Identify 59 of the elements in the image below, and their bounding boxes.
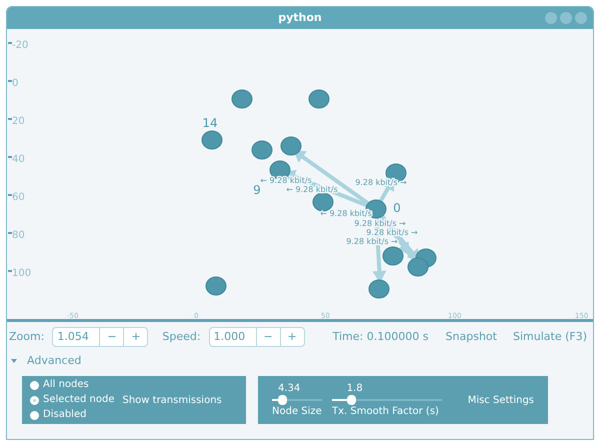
radio-option[interactable]: Selected node [30, 393, 114, 407]
radio-button[interactable] [30, 380, 39, 390]
slider-value: 1.8 [346, 383, 363, 394]
radio-option[interactable]: All nodes [30, 378, 114, 392]
y-axis-tick: 20 [8, 116, 25, 127]
node-label: 14 [202, 116, 218, 130]
zoom-increase-button[interactable]: + [123, 328, 148, 346]
node[interactable] [312, 192, 334, 212]
slider-thumb[interactable] [346, 395, 356, 405]
speed-decrease-button[interactable]: − [256, 328, 280, 346]
transmission-rate-label: 9.28 kbit/s → [355, 178, 407, 187]
node[interactable] [368, 280, 390, 298]
speed-spin-field[interactable]: 1.000 − + [208, 327, 305, 347]
transmission-rate-label: 9.28 kbit/s → [354, 219, 406, 228]
radio-button[interactable] [30, 396, 39, 404]
time-label: Time: 0.100000 s [332, 328, 428, 345]
node[interactable] [252, 140, 272, 160]
node[interactable] [232, 90, 252, 108]
toolbar-button[interactable]: Simulate (F3) [512, 328, 587, 346]
slider-label: Tx. Smooth Factor (s) [332, 406, 439, 417]
transmission-rate-label: 9.28 kbit/s → [366, 228, 418, 237]
radio-label: All nodes [43, 378, 89, 392]
zoom-spin-field[interactable]: 1.054 − + [52, 327, 148, 347]
window-title: python [278, 10, 322, 26]
transmission-rate-label: 9.28 kbit/s → [346, 237, 398, 246]
node[interactable] [308, 90, 330, 108]
slider-thumb[interactable] [278, 395, 287, 405]
radio-label: Disabled [43, 408, 86, 422]
node[interactable] [280, 136, 302, 156]
toolbar-button[interactable]: Snapshot [446, 328, 497, 346]
transmission-rate-label: ← 9.28 kbit/s [286, 185, 338, 194]
zoom-decrease-button[interactable]: − [99, 328, 124, 346]
y-axis-tick: -20 [8, 40, 28, 51]
node[interactable] [202, 130, 222, 150]
slider-track[interactable] [332, 395, 442, 405]
slider-label: Node Size [272, 406, 322, 417]
node[interactable] [382, 246, 404, 266]
speed-label: Speed: [162, 328, 201, 345]
slider-value: 4.34 [278, 383, 300, 394]
radio-button[interactable] [30, 410, 39, 420]
node[interactable] [408, 258, 428, 276]
y-axis-tick: 0 [8, 78, 18, 89]
node[interactable] [206, 276, 226, 296]
panel-title: Misc Settings [468, 394, 534, 408]
y-axis-tick: 60 [8, 192, 25, 203]
radio-label: Selected node [43, 393, 114, 407]
speed-increase-button[interactable]: + [280, 328, 304, 346]
node-label: 0 [393, 201, 401, 215]
radio-option[interactable]: Disabled [30, 408, 114, 422]
slider-track[interactable] [272, 395, 322, 405]
zoom-value: 1.054 [56, 329, 90, 345]
node-label: 9 [253, 183, 261, 197]
y-axis-tick: 100 [8, 268, 32, 279]
panel-title: Show transmissions [122, 394, 222, 408]
y-axis-tick: 40 [8, 154, 25, 165]
advanced-expander[interactable]: Advanced [7, 352, 593, 370]
zoom-label: Zoom: [9, 328, 44, 345]
y-axis-tick: 80 [8, 230, 25, 241]
speed-value: 1.000 [212, 329, 246, 345]
